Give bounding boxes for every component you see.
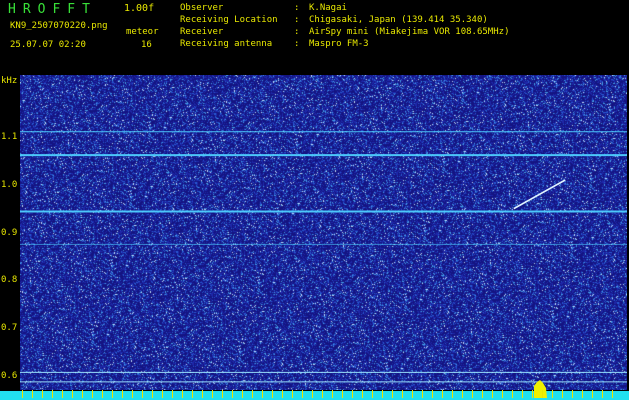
floor-tick [512,390,513,398]
floor-tick [442,390,443,398]
location-value: Chigasaki, Japan (139.414 35.340) [309,15,488,25]
location-key: Receiving Location [180,15,278,25]
receiver-colon: : [294,27,300,37]
floor-tick [432,390,433,398]
floor-tick [212,390,213,398]
filename-label: KN9_2507070220.png [10,21,108,31]
floor-tick [482,390,483,398]
floor-tick [602,390,603,398]
receiver-value: AirSpy mini (Miakejima VOR 108.65MHz) [309,27,510,37]
floor-tick [22,390,23,398]
floor-tick [462,390,463,398]
floor-tick [62,390,63,398]
antenna-value: Maspro FM-3 [309,39,369,49]
floor-tick [422,390,423,398]
floor-tick [242,390,243,398]
floor-tick [472,390,473,398]
floor-tick [182,390,183,398]
floor-tick [102,390,103,398]
floor-tick [312,390,313,398]
floor-tick [352,390,353,398]
floor-peak [534,380,547,398]
floor-tick [262,390,263,398]
floor-tick [222,390,223,398]
observer-key: Observer [180,3,224,13]
floor-tick [412,390,413,398]
app-title: HROFFT [8,2,97,17]
floor-tick [612,390,613,398]
antenna-colon: : [294,39,300,49]
floor-tick [322,390,323,398]
floor-tick [492,390,493,398]
floor-tick [112,390,113,398]
floor-tick [282,390,283,398]
floor-tick [572,390,573,398]
floor-tick [452,390,453,398]
floor-tick [332,390,333,398]
floor-tick [122,390,123,398]
floor-tick [172,390,173,398]
floor-tick [162,390,163,398]
floor-tick [582,390,583,398]
y-tick-label: 1.1 [1,132,18,143]
header-panel: HROFFT 1.00f KN9_2507070220.png meteor 2… [0,0,629,74]
floor-tick [32,390,33,398]
version-label: 1.00f [124,3,155,14]
mode-label: meteor [126,27,159,37]
floor-tick [542,390,543,398]
floor-tick [522,390,523,398]
y-tick-label: 0.8 [1,275,18,286]
floor-tick [132,390,133,398]
floor-tick [72,390,73,398]
floor-tick [372,390,373,398]
floor-tick [142,390,143,398]
location-colon: : [294,15,300,25]
y-axis-unit-label: kHz [1,76,18,86]
floor-tick [272,390,273,398]
floor-tick [302,390,303,398]
observer-value: K.Nagai [309,3,347,13]
y-tick-label: 0.7 [1,322,18,333]
floor-peak-overlay [22,380,613,398]
floor-tick [152,390,153,398]
floor-tick [92,390,93,398]
floor-tick [382,390,383,398]
datetime-label: 25.07.07 02:20 [10,40,86,50]
floor-tick [202,390,203,398]
spectrogram-plot[interactable] [20,75,627,390]
floor-tick [42,390,43,398]
count-label: 16 [141,40,152,50]
floor-tick [362,390,363,398]
y-tick-label: 0.9 [1,227,18,238]
antenna-key: Receiving antenna [180,39,273,49]
spectrogram-overlay [20,131,627,383]
receiver-key: Receiver [180,27,224,37]
floor-tick [52,390,53,398]
floor-tick [292,390,293,398]
floor-tick [192,390,193,398]
floor-tick [82,390,83,398]
meteor-echo-trace [513,179,566,210]
floor-tick [562,390,563,398]
floor-tick [392,390,393,398]
floor-tick [552,390,553,398]
floor-tick [532,390,533,398]
observer-colon: : [294,3,300,13]
y-tick-label: 1.0 [1,179,18,190]
floor-tick [252,390,253,398]
floor-tick [232,390,233,398]
floor-tick [592,390,593,398]
floor-tick [502,390,503,398]
floor-tick [402,390,403,398]
floor-tick [342,390,343,398]
